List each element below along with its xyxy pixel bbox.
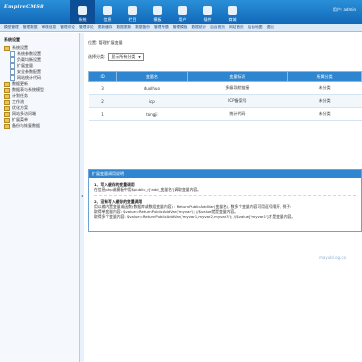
system-icon bbox=[78, 6, 87, 15]
panel-text-4: 取得多个变量内容: $value=ReturnPublicAddVar('myv… bbox=[94, 214, 296, 219]
subnav-link[interactable]: 退出 bbox=[267, 25, 274, 30]
table-cell: 统计代码 bbox=[187, 107, 288, 121]
user-icon bbox=[178, 6, 187, 15]
sub-nav: 模型管理 管理数据 审核信息 管理评论 管理评论 更新缓存 数据更新 数据备份 管理专题 管理模板… bbox=[0, 24, 362, 32]
variables-table: ID 变量名 变量标识 所属分类 3 duolhuo 多级导航链接 未分类 2 icp ICP备案… bbox=[87, 71, 362, 121]
subnav-link[interactable]: 管理模板 bbox=[173, 25, 188, 30]
top-nav-item[interactable]: 模板 bbox=[145, 0, 170, 24]
folder-icon bbox=[4, 111, 10, 117]
logo[interactable]: EmpireCMS8 bbox=[4, 4, 44, 14]
top-nav-item[interactable]: 信息 bbox=[95, 0, 120, 24]
top-nav-label: 用户 bbox=[178, 17, 187, 22]
panel-text-1: 在信息php或模板中用$public_r['add_变量名']调取变量内容。 bbox=[94, 187, 201, 192]
top-nav-label: 栏目 bbox=[128, 17, 137, 22]
subnav-link[interactable]: 审核信息 bbox=[42, 25, 57, 30]
table-row[interactable]: 1 tongji 统计代码 未分类 bbox=[88, 107, 362, 121]
table-cell: 多级导航链接 bbox=[187, 81, 288, 95]
subnav-link[interactable]: 管理专题 bbox=[154, 25, 169, 30]
top-nav-label: 信息 bbox=[103, 17, 112, 22]
table-cell: tongji bbox=[116, 107, 188, 121]
logo-version: 8 bbox=[40, 4, 44, 10]
collapse-arrow-icon[interactable]: ◂ bbox=[80, 192, 84, 200]
top-nav-item[interactable]: 用户 bbox=[170, 0, 195, 24]
top-nav-label: 商城 bbox=[228, 17, 237, 22]
folder-icon bbox=[4, 123, 10, 129]
subnav-link[interactable]: 后台首页 bbox=[210, 25, 225, 30]
main-content: 位置: 管理扩展变量 选择分类: 显示所有分类 ▼ ID 变量名 变量标识 所属分类 … bbox=[87, 33, 362, 362]
subnav-link[interactable]: 数据更新 bbox=[117, 25, 132, 30]
panel-title: 扩展变量调用说明 bbox=[89, 170, 361, 178]
column-icon bbox=[128, 6, 137, 15]
logo-text: EmpireCMS bbox=[4, 4, 41, 10]
column-header: ID bbox=[87, 71, 118, 82]
top-nav-label: 系统 bbox=[78, 17, 87, 22]
sidebar-item-label: 备份与恢复数据 bbox=[12, 123, 40, 128]
subnav-link[interactable]: 数据统计 bbox=[192, 25, 207, 30]
subnav-link[interactable]: 后台地图 bbox=[248, 25, 263, 30]
column-header: 变量名 bbox=[116, 71, 188, 82]
template-icon bbox=[153, 6, 162, 15]
top-nav: 系统 信息 栏目 模板 用户 插件 商城 bbox=[70, 0, 245, 24]
column-header: 变量标识 bbox=[186, 71, 289, 82]
table-cell: icp bbox=[116, 94, 188, 108]
table-cell: 未分类 bbox=[287, 107, 362, 121]
usage-panel: 扩展变量调用说明 1、写入缓存的变量调用 在信息php或模板中用$public_… bbox=[88, 169, 362, 232]
folder-icon bbox=[4, 99, 10, 105]
subnav-link[interactable]: 模型管理 bbox=[4, 25, 19, 30]
column-header: 所属分类 bbox=[287, 71, 362, 82]
folder-icon bbox=[4, 105, 10, 111]
chevron-down-icon: ▼ bbox=[138, 55, 141, 59]
category-select-value: 显示所有分类 bbox=[111, 54, 136, 59]
folder-icon bbox=[4, 81, 10, 87]
sidebar: 系统设置 系统设置 系统参数设置 负载均衡设置 扩展变量 安全参数配置 网站统计代码 数据更… bbox=[0, 33, 80, 362]
filter-label: 选择分类: bbox=[88, 54, 106, 59]
table-cell: 未分类 bbox=[287, 81, 362, 95]
table-cell: ICP备案号 bbox=[187, 94, 288, 108]
category-filter: 选择分类: 显示所有分类 ▼ bbox=[88, 53, 144, 61]
breadcrumb: 位置: 管理扩展变量 bbox=[88, 40, 123, 45]
table-cell: 3 bbox=[88, 81, 117, 95]
sidebar-title: 系统设置 bbox=[4, 37, 20, 42]
top-nav-label: 模板 bbox=[153, 17, 162, 22]
table-cell: duolhuo bbox=[116, 81, 188, 95]
subnav-link[interactable]: 更新缓存 bbox=[98, 25, 113, 30]
top-nav-item[interactable]: 系统 bbox=[70, 0, 95, 24]
top-header: EmpireCMS8 系统 信息 栏目 模板 用户 插件 商城 用户: admin bbox=[0, 0, 362, 24]
plugin-icon bbox=[203, 6, 212, 15]
category-select[interactable]: 显示所有分类 ▼ bbox=[108, 53, 144, 61]
info-icon bbox=[103, 6, 112, 15]
divider bbox=[94, 195, 356, 196]
folder-icon bbox=[4, 45, 10, 51]
table-cell: 未分类 bbox=[287, 94, 362, 108]
top-nav-label: 插件 bbox=[203, 17, 212, 22]
table-cell: 1 bbox=[88, 107, 117, 121]
watermark: mayubl.og.co bbox=[319, 255, 347, 260]
subnav-link[interactable]: 网站首页 bbox=[229, 25, 244, 30]
folder-icon bbox=[4, 87, 10, 93]
shop-icon bbox=[228, 6, 237, 15]
subnav-link[interactable]: 管理评论 bbox=[60, 25, 75, 30]
table-row[interactable]: 2 icp ICP备案号 未分类 bbox=[88, 94, 362, 108]
subnav-link[interactable]: 管理评论 bbox=[79, 25, 94, 30]
sidebar-tree: 系统设置 系统参数设置 负载均衡设置 扩展变量 安全参数配置 网站统计代码 数据更新 数据表与… bbox=[4, 45, 79, 129]
top-nav-item[interactable]: 商城 bbox=[220, 0, 245, 24]
top-nav-item[interactable]: 栏目 bbox=[120, 0, 145, 24]
subnav-link[interactable]: 管理数据 bbox=[23, 25, 38, 30]
sidebar-item[interactable]: 备份与恢复数据 bbox=[4, 123, 79, 129]
table-cell: 2 bbox=[88, 94, 117, 108]
user-info[interactable]: 用户: admin bbox=[333, 7, 356, 13]
panel-body: 1、写入缓存的变量调用 在信息php或模板中用$public_r['add_变量… bbox=[89, 178, 361, 223]
subnav-link[interactable]: 数据备份 bbox=[135, 25, 150, 30]
folder-icon bbox=[4, 117, 10, 123]
table-row[interactable]: 3 duolhuo 多级导航链接 未分类 bbox=[88, 81, 362, 95]
top-nav-item[interactable]: 插件 bbox=[195, 0, 220, 24]
folder-icon bbox=[4, 93, 10, 99]
